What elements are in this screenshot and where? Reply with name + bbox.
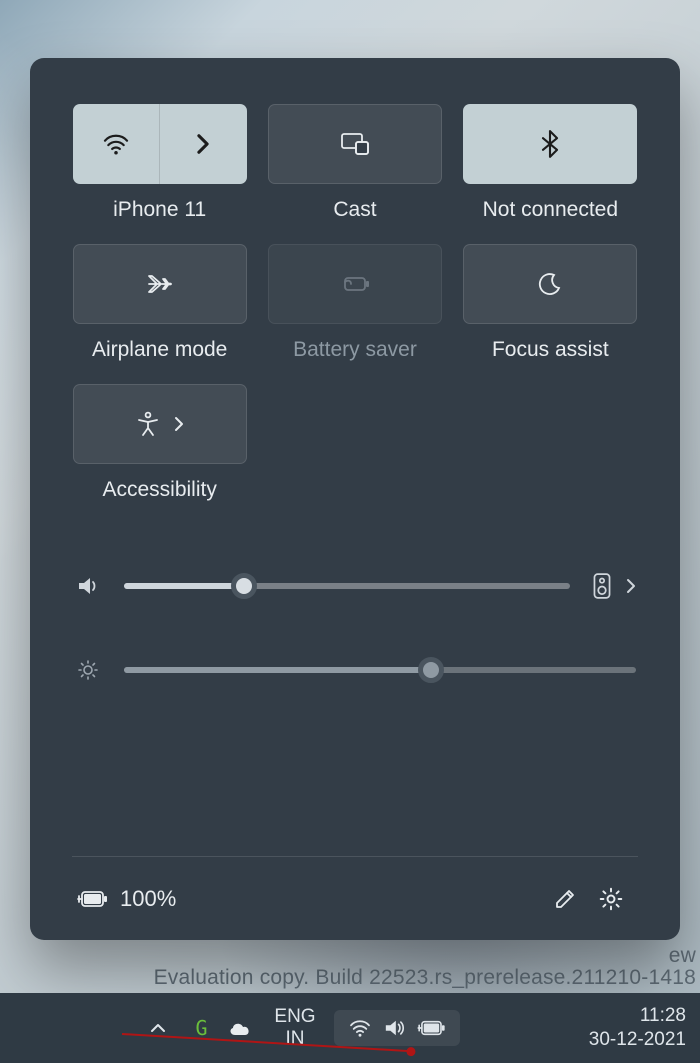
evaluation-watermark: ew Evaluation copy. Build 22523.rs_prere… — [0, 945, 700, 989]
accessibility-icon — [136, 411, 160, 437]
brightness-slider[interactable] — [124, 667, 636, 673]
taskbar: G ENG IN 11:28 30-12-2021 — [0, 993, 700, 1063]
accessibility-tile[interactable] — [73, 384, 247, 464]
battery-percent: 100% — [120, 886, 176, 912]
settings-button[interactable] — [588, 876, 634, 922]
focus-tile-wrap: Focus assist — [463, 244, 638, 362]
sliders — [72, 572, 638, 682]
accessibility-label: Accessibility — [102, 478, 216, 502]
wifi-icon — [102, 133, 130, 155]
battery-status[interactable]: 100% — [76, 886, 176, 912]
cast-label: Cast — [333, 198, 376, 222]
cloud-icon — [227, 1019, 253, 1037]
chevron-right-icon — [174, 416, 184, 432]
volume-icon[interactable] — [74, 575, 102, 597]
bluetooth-tile-wrap: Not connected — [463, 104, 638, 222]
tray-overflow-button[interactable] — [150, 1022, 180, 1034]
volume-row — [74, 572, 636, 600]
wifi-label: iPhone 11 — [113, 198, 206, 222]
quick-settings-panel: iPhone 11 Cast — [30, 58, 680, 940]
battery-saver-label: Battery saver — [293, 338, 417, 362]
focus-tile[interactable] — [463, 244, 637, 324]
system-tray[interactable] — [334, 1010, 460, 1046]
bluetooth-label: Not connected — [483, 198, 618, 222]
airplane-tile[interactable] — [73, 244, 247, 324]
volume-slider[interactable] — [124, 583, 570, 589]
taskbar-clock[interactable]: 11:28 30-12-2021 — [589, 1004, 700, 1052]
focus-label: Focus assist — [492, 338, 609, 362]
audio-output-icon[interactable] — [592, 572, 612, 600]
clock-date: 30-12-2021 — [589, 1028, 686, 1052]
edit-quick-settings-button[interactable] — [542, 876, 588, 922]
watermark-line2: Evaluation copy. Build 22523.rs_prerelea… — [0, 967, 696, 989]
wifi-icon — [348, 1019, 372, 1037]
cast-tile-wrap: Cast — [267, 104, 442, 222]
tiles-grid: iPhone 11 Cast — [72, 104, 638, 502]
battery-saver-tile-wrap: Battery saver — [267, 244, 442, 362]
airplane-label: Airplane mode — [92, 338, 227, 362]
cast-icon — [340, 132, 370, 156]
brightness-icon[interactable] — [74, 658, 102, 682]
accessibility-tile-wrap: Accessibility — [72, 384, 247, 502]
airplane-tile-wrap: Airplane mode — [72, 244, 247, 362]
wifi-expand[interactable] — [160, 104, 247, 184]
brightness-row — [74, 658, 636, 682]
bluetooth-icon — [541, 130, 559, 158]
cast-tile[interactable] — [268, 104, 442, 184]
wifi-tile-wrap: iPhone 11 — [72, 104, 247, 222]
clock-time: 11:28 — [589, 1004, 686, 1028]
volume-icon — [382, 1018, 406, 1038]
wifi-toggle[interactable] — [73, 104, 161, 184]
battery-charging-icon — [416, 1018, 446, 1038]
lang-top: ENG — [260, 1006, 330, 1028]
chevron-right-icon[interactable] — [626, 578, 636, 594]
chevron-right-icon — [196, 133, 210, 155]
bluetooth-tile[interactable] — [463, 104, 637, 184]
battery-saver-icon — [340, 274, 370, 294]
airplane-icon — [146, 271, 174, 297]
battery-saver-tile[interactable] — [268, 244, 442, 324]
panel-bottom-bar: 100% — [72, 856, 638, 940]
tray-app-icon[interactable]: G — [180, 1008, 220, 1048]
wifi-tile[interactable] — [73, 104, 247, 184]
watermark-line1: ew — [0, 945, 696, 967]
moon-icon — [538, 272, 562, 296]
battery-charging-icon — [76, 888, 108, 910]
grammarly-icon: G — [195, 1016, 204, 1040]
